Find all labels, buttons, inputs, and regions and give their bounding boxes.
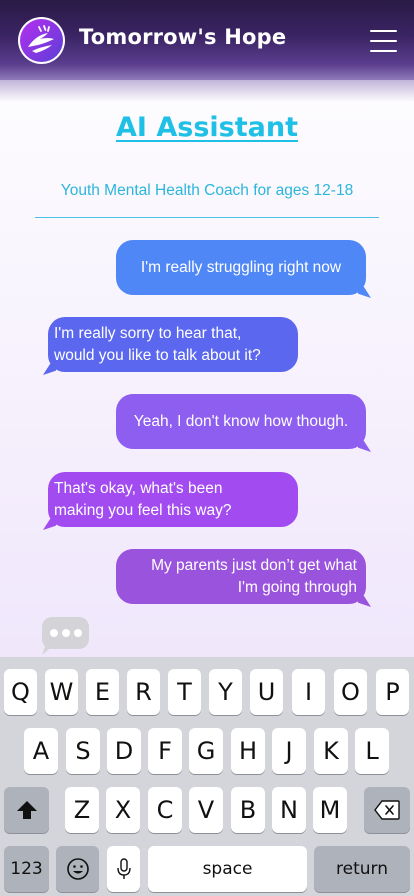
key-s[interactable]: S: [66, 728, 100, 774]
message-line: That's okay, what's been: [54, 479, 223, 497]
key-a[interactable]: A: [24, 728, 58, 774]
backspace-icon[interactable]: [364, 787, 410, 833]
key-o[interactable]: O: [334, 669, 367, 715]
key-c[interactable]: C: [148, 787, 182, 833]
message-line: I'm really sorry to hear that,: [54, 324, 242, 342]
key-d[interactable]: D: [107, 728, 141, 774]
key-h[interactable]: H: [231, 728, 265, 774]
return-key[interactable]: return: [314, 846, 410, 892]
typing-dots-icon: [42, 617, 89, 649]
user-message: Yeah, I don't know how though.: [116, 394, 366, 449]
numbers-key[interactable]: 123: [4, 846, 49, 892]
brand-name: Tomorrow's Hope: [79, 25, 287, 49]
emoji-icon[interactable]: [56, 846, 99, 892]
key-z[interactable]: Z: [65, 787, 99, 833]
message-line: I'm going through: [237, 578, 357, 596]
user-message: I'm really struggling right now: [116, 240, 366, 295]
message-line: would you like to talk about it?: [54, 346, 261, 364]
key-q[interactable]: Q: [4, 669, 37, 715]
microphone-icon[interactable]: [107, 846, 140, 892]
key-u[interactable]: U: [250, 669, 283, 715]
page-title: AI Assistant: [116, 112, 298, 143]
hands-logo-icon[interactable]: [18, 17, 65, 64]
title-divider: [35, 217, 379, 218]
hamburger-menu-icon[interactable]: [370, 30, 397, 52]
shift-arrow-icon[interactable]: [4, 787, 49, 833]
key-x[interactable]: X: [106, 787, 140, 833]
key-w[interactable]: W: [45, 669, 78, 715]
key-l[interactable]: L: [355, 728, 389, 774]
key-e[interactable]: E: [86, 669, 119, 715]
assistant-message: That's okay, what's been making you feel…: [48, 472, 298, 527]
key-b[interactable]: B: [231, 787, 265, 833]
key-p[interactable]: P: [376, 669, 409, 715]
app-header: Tomorrow's Hope: [0, 0, 414, 102]
key-m[interactable]: M: [313, 787, 347, 833]
key-g[interactable]: G: [189, 728, 223, 774]
message-line: My parents just don’t get what: [151, 556, 357, 574]
key-t[interactable]: T: [168, 669, 201, 715]
key-n[interactable]: N: [272, 787, 306, 833]
key-i[interactable]: I: [292, 669, 325, 715]
key-r[interactable]: R: [127, 669, 160, 715]
message-line: Yeah, I don't know how though.: [133, 412, 349, 430]
assistant-message: I'm really sorry to hear that, would you…: [48, 317, 298, 372]
on-screen-keyboard: Q W E R T Y U I O P A S D F G H J K L Z …: [0, 657, 414, 896]
key-k[interactable]: K: [314, 728, 348, 774]
message-line: making you feel this way?: [54, 501, 232, 519]
space-key[interactable]: space: [148, 846, 307, 892]
key-f[interactable]: F: [148, 728, 182, 774]
key-v[interactable]: V: [189, 787, 223, 833]
key-j[interactable]: J: [272, 728, 306, 774]
user-message: My parents just don’t get what I'm going…: [116, 549, 366, 604]
key-y[interactable]: Y: [209, 669, 242, 715]
message-line: I'm really struggling right now: [140, 258, 342, 276]
page-subtitle: Youth Mental Health Coach for ages 12-18: [60, 182, 354, 199]
